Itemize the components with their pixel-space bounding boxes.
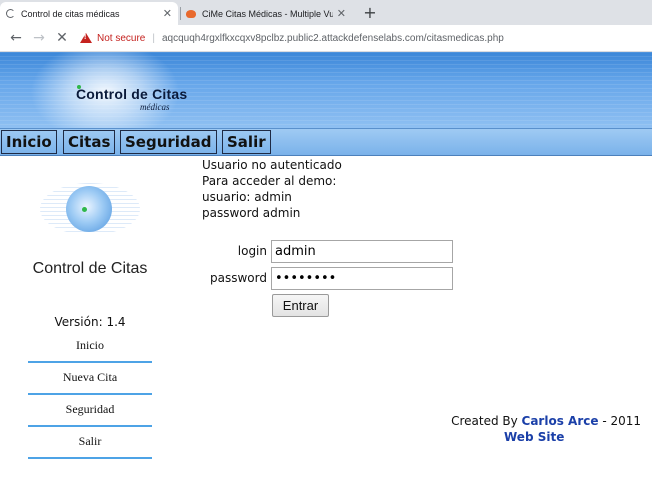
address-bar[interactable]: Not secure | aqcquqh4rgxlfkxcqxv8pclbz.p… (80, 28, 652, 48)
site-header-banner: Control de Citas médicas (0, 52, 652, 128)
close-icon[interactable]: ✕ (163, 7, 172, 20)
tab-title: CiMe Citas Médicas - Multiple Vu (202, 8, 333, 19)
warning-icon (80, 33, 92, 43)
credits-prefix: Created By (451, 414, 522, 428)
back-arrow-icon[interactable]: ← (7, 29, 25, 47)
main-menu: Inicio Citas Seguridad Salir (0, 128, 652, 156)
address-separator: | (152, 32, 155, 44)
browser-tab-inactive[interactable]: CiMe Citas Médicas - Multiple Vu ✕ (180, 2, 352, 25)
menu-item-salir[interactable]: Salir (222, 130, 271, 154)
auth-status: Usuario no autenticado (202, 158, 342, 172)
sidebar-logo (40, 183, 140, 255)
logo-dot-icon (82, 207, 87, 212)
loading-spinner-icon (6, 9, 15, 18)
author-link[interactable]: Carlos Arce (522, 414, 599, 428)
demo-password: password admin (202, 206, 301, 220)
tab-divider (180, 7, 181, 20)
login-input[interactable] (271, 240, 453, 263)
site-subtitle: médicas (140, 102, 170, 112)
password-label: password (210, 271, 267, 285)
sidebar-link-inicio[interactable]: Inicio (28, 333, 152, 363)
website-link[interactable]: Web Site (504, 430, 564, 444)
url-text[interactable]: aqcquqh4rgxlfkxcqxv8pclbz.public2.attack… (162, 33, 504, 44)
forward-arrow-icon[interactable]: → (30, 29, 48, 47)
favicon-icon (186, 9, 196, 18)
new-tab-button[interactable]: + (360, 3, 380, 23)
version-label: Versión: 1.4 (54, 315, 126, 329)
credits-year: - 2011 (598, 414, 641, 428)
entrar-button[interactable]: Entrar (272, 294, 329, 317)
site-title: Control de Citas (76, 86, 188, 102)
security-status[interactable]: Not secure (97, 33, 145, 44)
close-icon[interactable]: ✕ (337, 7, 346, 20)
password-input[interactable] (271, 267, 453, 290)
browser-tab-bar: Control de citas médicas ✕ CiMe Citas Mé… (0, 0, 652, 25)
demo-intro: Para acceder al demo: (202, 174, 337, 188)
browser-toolbar: ← → ✕ Not secure | aqcquqh4rgxlfkxcqxv8p… (0, 25, 652, 52)
menu-item-inicio[interactable]: Inicio (1, 130, 57, 154)
sidebar-title: Control de Citas (32, 260, 148, 277)
globe-icon (66, 186, 112, 232)
demo-user: usuario: admin (202, 190, 292, 204)
stop-loading-icon[interactable]: ✕ (53, 29, 71, 47)
browser-tab-active[interactable]: Control de citas médicas ✕ (0, 2, 178, 25)
sidebar-link-seguridad[interactable]: Seguridad (28, 397, 152, 427)
tab-title: Control de citas médicas (21, 8, 120, 19)
menu-item-seguridad[interactable]: Seguridad (120, 130, 217, 154)
menu-item-citas[interactable]: Citas (63, 130, 116, 154)
sidebar-link-salir[interactable]: Salir (28, 429, 152, 459)
login-label: login (237, 244, 267, 258)
sidebar-link-nueva-cita[interactable]: Nueva Cita (28, 365, 152, 395)
credits-line: Created By Carlos Arce - 2011 (451, 414, 641, 428)
